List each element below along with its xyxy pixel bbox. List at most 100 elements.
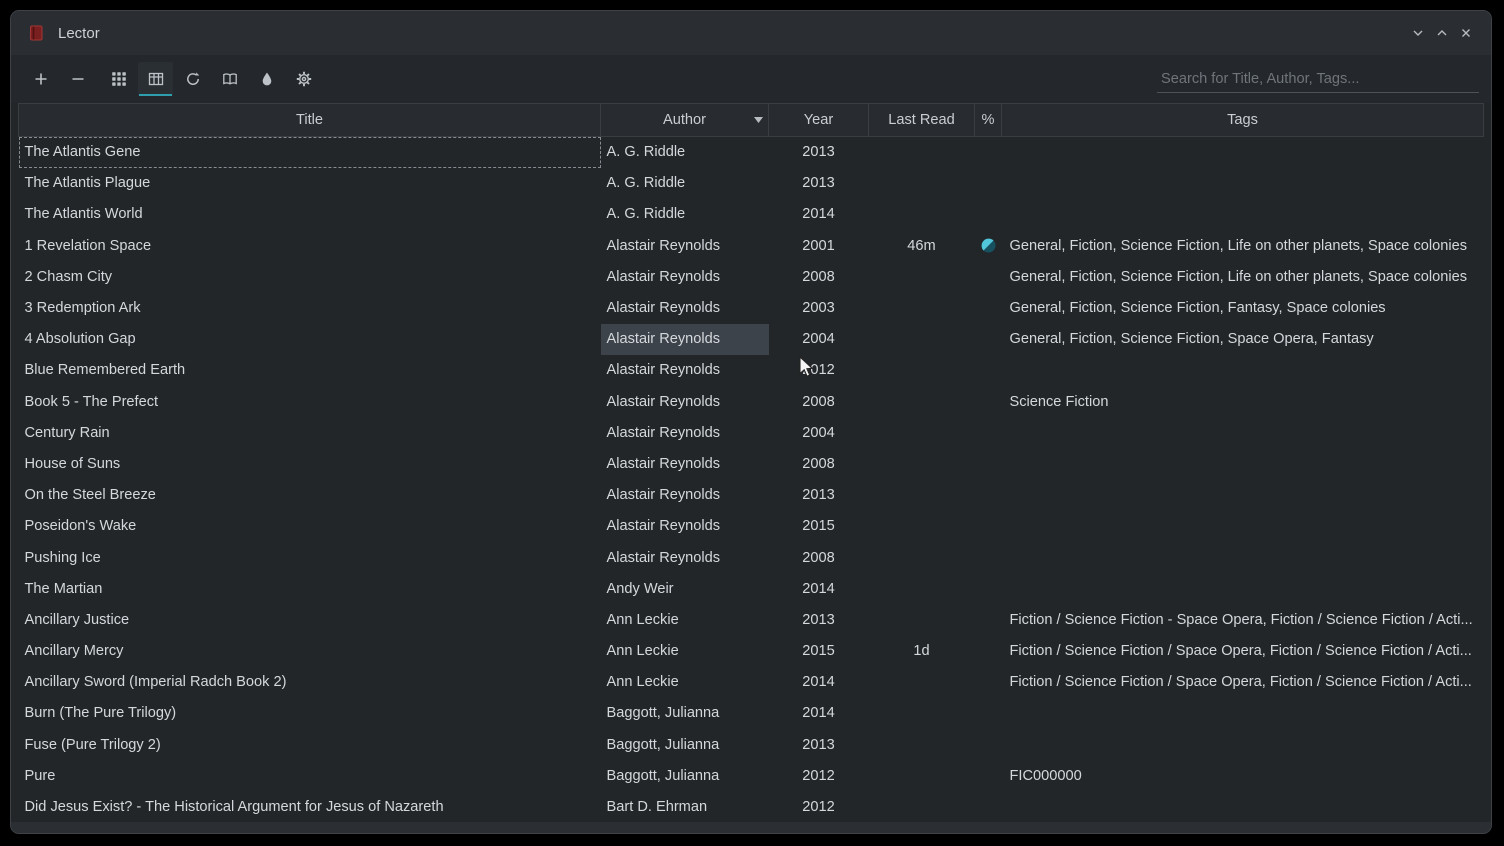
book-author-cell[interactable]: Alastair Reynolds bbox=[601, 480, 769, 511]
book-author-cell[interactable]: Ann Leckie bbox=[601, 604, 769, 635]
book-title-cell[interactable]: 2 Chasm City bbox=[19, 261, 601, 292]
reload-library-button[interactable] bbox=[175, 62, 210, 96]
book-progress-cell[interactable] bbox=[975, 604, 1002, 635]
book-year-cell[interactable]: 2013 bbox=[769, 480, 869, 511]
book-year-cell[interactable]: 2014 bbox=[769, 199, 869, 230]
book-lastread-cell[interactable] bbox=[869, 261, 975, 292]
book-progress-cell[interactable] bbox=[975, 760, 1002, 791]
book-author-cell[interactable]: Alastair Reynolds bbox=[601, 386, 769, 417]
book-tags-cell[interactable]: General, Fiction, Science Fiction, Life … bbox=[1002, 261, 1484, 292]
color-theme-button[interactable] bbox=[249, 62, 284, 96]
book-author-cell[interactable]: A. G. Riddle bbox=[601, 137, 769, 168]
book-tags-cell[interactable]: Fiction / Science Fiction - Space Opera,… bbox=[1002, 604, 1484, 635]
book-title-cell[interactable]: Fuse (Pure Trilogy 2) bbox=[19, 729, 601, 760]
book-title-cell[interactable]: Pure bbox=[19, 760, 601, 791]
book-lastread-cell[interactable] bbox=[869, 417, 975, 448]
book-title-cell[interactable]: 3 Redemption Ark bbox=[19, 292, 601, 323]
book-title-cell[interactable]: Blue Remembered Earth bbox=[19, 355, 601, 386]
book-progress-cell[interactable] bbox=[975, 168, 1002, 199]
table-row[interactable]: Did Jesus Exist? - The Historical Argume… bbox=[19, 791, 1484, 822]
book-title-cell[interactable]: The Atlantis Gene bbox=[19, 137, 601, 168]
book-year-cell[interactable]: 2012 bbox=[769, 760, 869, 791]
book-year-cell[interactable]: 2014 bbox=[769, 667, 869, 698]
table-row[interactable]: The MartianAndy Weir2014 bbox=[19, 573, 1484, 604]
book-progress-cell[interactable] bbox=[975, 261, 1002, 292]
book-author-cell[interactable]: Ann Leckie bbox=[601, 636, 769, 667]
book-progress-cell[interactable] bbox=[975, 791, 1002, 822]
book-progress-cell[interactable] bbox=[975, 636, 1002, 667]
library-view-button[interactable] bbox=[212, 62, 247, 96]
book-year-cell[interactable]: 2004 bbox=[769, 417, 869, 448]
cover-view-button[interactable] bbox=[101, 62, 136, 96]
book-progress-cell[interactable] bbox=[975, 137, 1002, 168]
book-lastread-cell[interactable] bbox=[869, 168, 975, 199]
table-row[interactable]: Book 5 - The PrefectAlastair Reynolds200… bbox=[19, 386, 1484, 417]
book-lastread-cell[interactable] bbox=[869, 791, 975, 822]
book-author-cell[interactable]: Baggott, Julianna bbox=[601, 698, 769, 729]
book-tags-cell[interactable] bbox=[1002, 542, 1484, 573]
book-year-cell[interactable]: 2013 bbox=[769, 729, 869, 760]
book-tags-cell[interactable]: General, Fiction, Science Fiction, Space… bbox=[1002, 324, 1484, 355]
column-header-tags[interactable]: Tags bbox=[1002, 104, 1484, 137]
column-header-percent[interactable]: % bbox=[975, 104, 1002, 137]
book-author-cell[interactable]: Alastair Reynolds bbox=[601, 448, 769, 479]
table-row[interactable]: 2 Chasm CityAlastair Reynolds2008General… bbox=[19, 261, 1484, 292]
book-progress-cell[interactable] bbox=[975, 417, 1002, 448]
book-progress-cell[interactable] bbox=[975, 480, 1002, 511]
book-title-cell[interactable]: Did Jesus Exist? - The Historical Argume… bbox=[19, 791, 601, 822]
book-title-cell[interactable]: Ancillary Justice bbox=[19, 604, 601, 635]
book-lastread-cell[interactable] bbox=[869, 324, 975, 355]
book-tags-cell[interactable] bbox=[1002, 729, 1484, 760]
table-row[interactable]: Century RainAlastair Reynolds2004 bbox=[19, 417, 1484, 448]
book-year-cell[interactable]: 2013 bbox=[769, 168, 869, 199]
table-row[interactable]: Burn (The Pure Trilogy)Baggott, Julianna… bbox=[19, 698, 1484, 729]
book-tags-cell[interactable] bbox=[1002, 448, 1484, 479]
add-book-button[interactable] bbox=[23, 62, 58, 96]
book-author-cell[interactable]: Alastair Reynolds bbox=[601, 355, 769, 386]
book-author-cell[interactable]: Baggott, Julianna bbox=[601, 729, 769, 760]
book-progress-cell[interactable] bbox=[975, 542, 1002, 573]
book-author-cell[interactable]: Alastair Reynolds bbox=[601, 230, 769, 261]
book-author-cell[interactable]: A. G. Riddle bbox=[601, 168, 769, 199]
book-author-cell[interactable]: Ann Leckie bbox=[601, 667, 769, 698]
book-lastread-cell[interactable] bbox=[869, 573, 975, 604]
maximize-button[interactable] bbox=[1433, 24, 1451, 42]
book-title-cell[interactable]: Pushing Ice bbox=[19, 542, 601, 573]
book-author-cell[interactable]: Alastair Reynolds bbox=[601, 417, 769, 448]
book-year-cell[interactable]: 2008 bbox=[769, 386, 869, 417]
book-title-cell[interactable]: 4 Absolution Gap bbox=[19, 324, 601, 355]
book-progress-cell[interactable] bbox=[975, 698, 1002, 729]
remove-book-button[interactable] bbox=[60, 62, 95, 96]
book-title-cell[interactable]: The Atlantis Plague bbox=[19, 168, 601, 199]
book-lastread-cell[interactable] bbox=[869, 386, 975, 417]
book-title-cell[interactable]: 1 Revelation Space bbox=[19, 230, 601, 261]
book-author-cell[interactable]: Alastair Reynolds bbox=[601, 511, 769, 542]
table-row[interactable]: The Atlantis GeneA. G. Riddle2013 bbox=[19, 137, 1484, 168]
table-row[interactable]: Poseidon's WakeAlastair Reynolds2015 bbox=[19, 511, 1484, 542]
table-row[interactable]: The Atlantis PlagueA. G. Riddle2013 bbox=[19, 168, 1484, 199]
book-progress-cell[interactable] bbox=[975, 355, 1002, 386]
book-lastread-cell[interactable] bbox=[869, 604, 975, 635]
book-tags-cell[interactable] bbox=[1002, 168, 1484, 199]
minimize-button[interactable] bbox=[1409, 24, 1427, 42]
book-lastread-cell[interactable] bbox=[869, 760, 975, 791]
book-tags-cell[interactable]: General, Fiction, Science Fiction, Life … bbox=[1002, 230, 1484, 261]
book-lastread-cell[interactable] bbox=[869, 667, 975, 698]
column-header-year[interactable]: Year bbox=[769, 104, 869, 137]
book-tags-cell[interactable] bbox=[1002, 199, 1484, 230]
book-title-cell[interactable]: The Atlantis World bbox=[19, 199, 601, 230]
book-author-cell[interactable]: Alastair Reynolds bbox=[601, 324, 769, 355]
book-tags-cell[interactable]: Science Fiction bbox=[1002, 386, 1484, 417]
book-tags-cell[interactable]: General, Fiction, Science Fiction, Fanta… bbox=[1002, 292, 1484, 323]
book-title-cell[interactable]: Century Rain bbox=[19, 417, 601, 448]
table-row[interactable]: 1 Revelation SpaceAlastair Reynolds20014… bbox=[19, 230, 1484, 261]
table-row[interactable]: PureBaggott, Julianna2012FIC000000 bbox=[19, 760, 1484, 791]
book-tags-cell[interactable]: Fiction / Science Fiction / Space Opera,… bbox=[1002, 636, 1484, 667]
book-year-cell[interactable]: 2015 bbox=[769, 511, 869, 542]
book-title-cell[interactable]: Ancillary Sword (Imperial Radch Book 2) bbox=[19, 667, 601, 698]
book-progress-cell[interactable] bbox=[975, 386, 1002, 417]
book-year-cell[interactable]: 2008 bbox=[769, 448, 869, 479]
book-tags-cell[interactable] bbox=[1002, 511, 1484, 542]
table-row[interactable]: 4 Absolution GapAlastair Reynolds2004Gen… bbox=[19, 324, 1484, 355]
book-author-cell[interactable]: A. G. Riddle bbox=[601, 199, 769, 230]
